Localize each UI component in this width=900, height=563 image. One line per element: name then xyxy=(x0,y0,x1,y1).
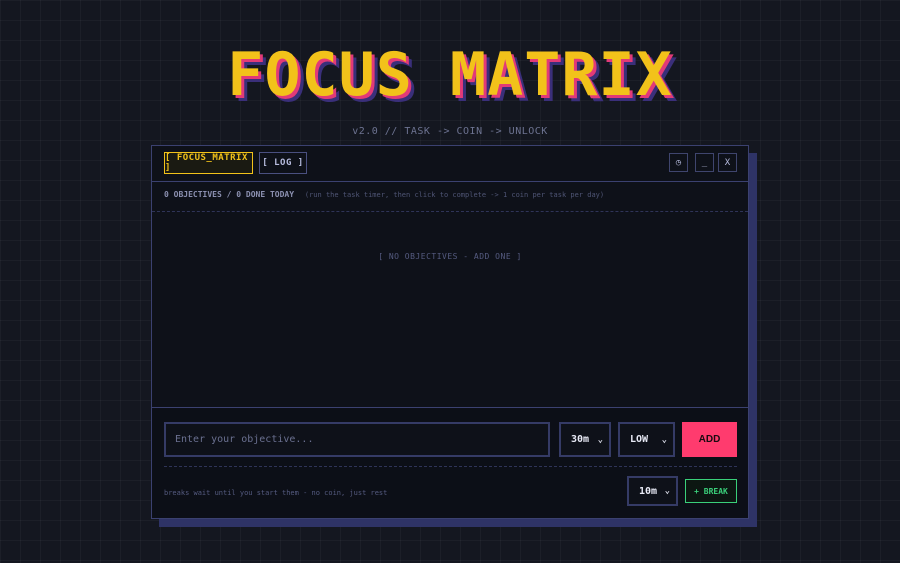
status-line: 0 OBJECTIVES / 0 DONE TODAY (run the tas… xyxy=(164,190,604,199)
history-button[interactable]: ◷ xyxy=(669,153,688,172)
main-window: [ FOCUS_MATRIX ] [ LOG ] ◷ _ X 0 OBJECTI… xyxy=(151,145,749,519)
objectives-count: 0 OBJECTIVES / 0 DONE TODAY xyxy=(164,190,295,199)
divider xyxy=(152,211,748,212)
add-button[interactable]: ADD xyxy=(682,422,737,457)
chevron-down-icon: ⌄ xyxy=(597,434,603,445)
break-hint: breaks wait until you start them - no co… xyxy=(164,489,388,497)
break-duration-select[interactable]: 10m ⌄ xyxy=(627,476,678,506)
app-title: FOCUS MATRIX xyxy=(227,40,673,110)
status-hint: (run the task timer, then click to compl… xyxy=(304,191,605,199)
app-subtitle: v2.0 // TASK -> COIN -> UNLOCK xyxy=(352,126,548,137)
window-titlebar: [ FOCUS_MATRIX ] [ LOG ] ◷ _ X xyxy=(152,146,748,182)
chevron-down-icon: ⌄ xyxy=(661,434,667,445)
empty-state: [ NO OBJECTIVES - ADD ONE ] xyxy=(378,252,522,261)
priority-value: LOW xyxy=(630,434,649,445)
duration-value: 30m xyxy=(571,434,590,445)
duration-select[interactable]: 30m ⌄ xyxy=(559,422,611,457)
break-duration-value: 10m xyxy=(639,485,658,497)
add-break-button[interactable]: + BREAK xyxy=(685,479,737,503)
minimize-button[interactable]: _ xyxy=(695,153,714,172)
close-button[interactable]: X xyxy=(718,153,737,172)
tab-focus-matrix[interactable]: [ FOCUS_MATRIX ] xyxy=(164,152,253,174)
chevron-down-icon: ⌄ xyxy=(664,486,670,496)
composer-panel: 30m ⌄ LOW ⌄ ADD breaks wait until you st… xyxy=(152,407,748,518)
priority-select[interactable]: LOW ⌄ xyxy=(618,422,675,457)
tab-log[interactable]: [ LOG ] xyxy=(259,152,307,174)
clock-icon: ◷ xyxy=(675,157,682,168)
divider xyxy=(164,466,737,467)
objective-input[interactable] xyxy=(164,422,550,457)
